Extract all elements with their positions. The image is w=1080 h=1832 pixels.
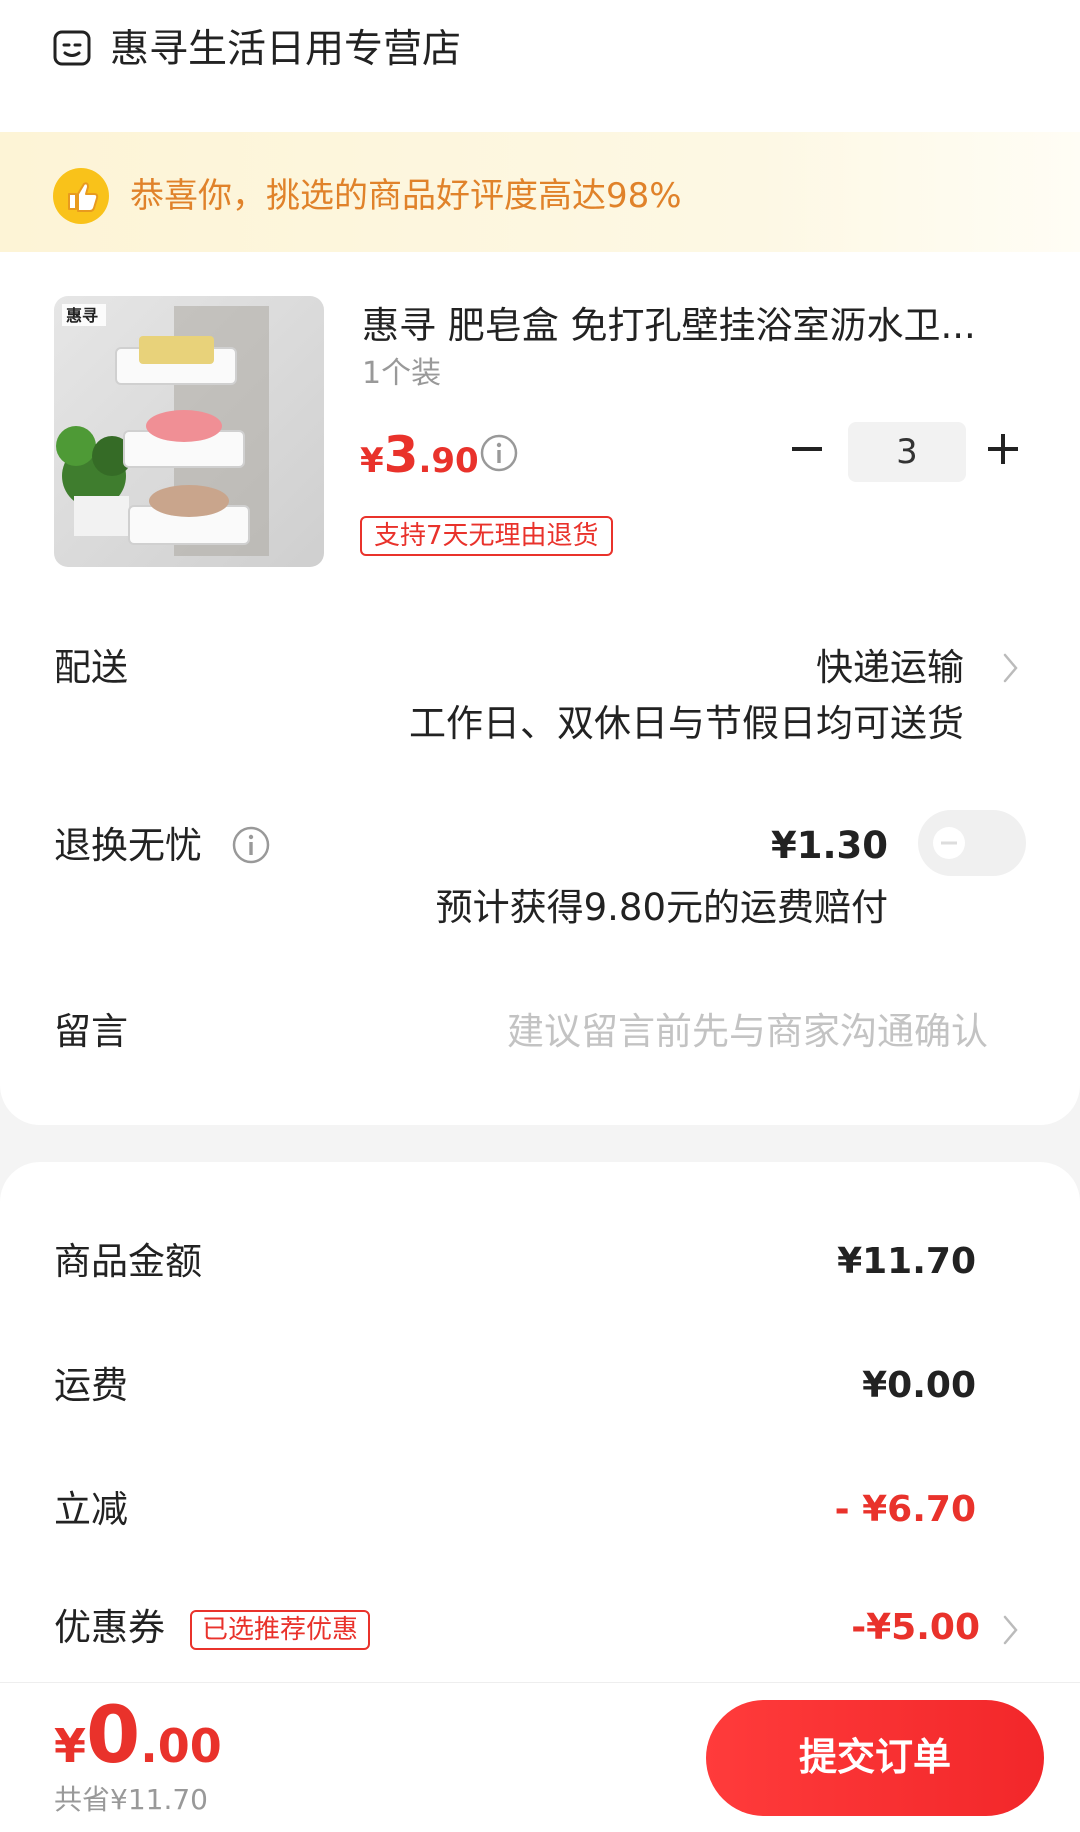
price-decimal: .90: [418, 441, 479, 481]
toggle-knob-icon: [933, 827, 965, 859]
quantity-plus-button[interactable]: [986, 432, 1020, 466]
return-insurance-price: ¥1.30: [770, 824, 888, 867]
delivery-method[interactable]: 快递运输: [816, 640, 964, 696]
price-currency: ¥: [360, 441, 384, 481]
shop-name[interactable]: 惠寻生活日用专营店: [110, 22, 461, 78]
return-policy-badge: 支持7天无理由退货: [360, 516, 613, 556]
message-label: 留言: [54, 1010, 128, 1053]
instant-discount-label: 立减: [54, 1488, 128, 1531]
quantity-input[interactable]: 3: [848, 422, 966, 482]
message-input[interactable]: 建议留言前先与商家沟通确认: [507, 1004, 988, 1060]
price-integer: 3: [383, 426, 419, 484]
goods-amount-value: ¥11.70: [837, 1241, 976, 1282]
coupon-value[interactable]: -¥5.00: [851, 1600, 980, 1656]
shipping-fee-label: 运费: [54, 1364, 128, 1407]
total-saved: 共省¥11.70: [54, 1783, 208, 1816]
total-decimal: .00: [140, 1719, 222, 1773]
product-title[interactable]: 惠寻 肥皂盒 免打孔壁挂浴室沥水卫...: [362, 300, 1002, 352]
info-icon[interactable]: [232, 826, 270, 864]
shipping-fee-value: ¥0.00: [862, 1365, 976, 1406]
chevron-right-icon[interactable]: [1000, 650, 1022, 686]
total-currency: ¥: [54, 1719, 87, 1773]
info-icon[interactable]: [480, 434, 518, 472]
quantity-minus-button[interactable]: [790, 432, 824, 466]
delivery-label: 配送: [54, 646, 128, 689]
chevron-right-icon[interactable]: [1000, 1612, 1022, 1648]
product-image[interactable]: 惠寻: [54, 296, 324, 567]
delivery-note: 工作日、双休日与节假日均可送货: [409, 702, 964, 745]
return-insurance-note: 预计获得9.80元的运费赔付: [435, 886, 888, 929]
instant-discount-value: - ¥6.70: [834, 1489, 976, 1530]
coupon-label: 优惠券: [54, 1606, 165, 1649]
svg-text:惠寻: 惠寻: [66, 306, 98, 325]
return-insurance-label: 退换无忧: [54, 824, 202, 867]
product-price: ¥3.90: [360, 420, 479, 502]
total-integer: 0: [86, 1691, 141, 1781]
product-spec[interactable]: 1个装: [362, 352, 441, 396]
submit-order-button[interactable]: 提交订单: [706, 1700, 1044, 1816]
goods-amount-label: 商品金额: [54, 1240, 202, 1283]
shop-icon: [53, 30, 91, 66]
praise-banner-text: 恭喜你，挑选的商品好评度高达98%: [130, 176, 682, 216]
thumbs-up-icon: [53, 168, 109, 224]
coupon-recommended-badge: 已选推荐优惠: [190, 1610, 371, 1650]
